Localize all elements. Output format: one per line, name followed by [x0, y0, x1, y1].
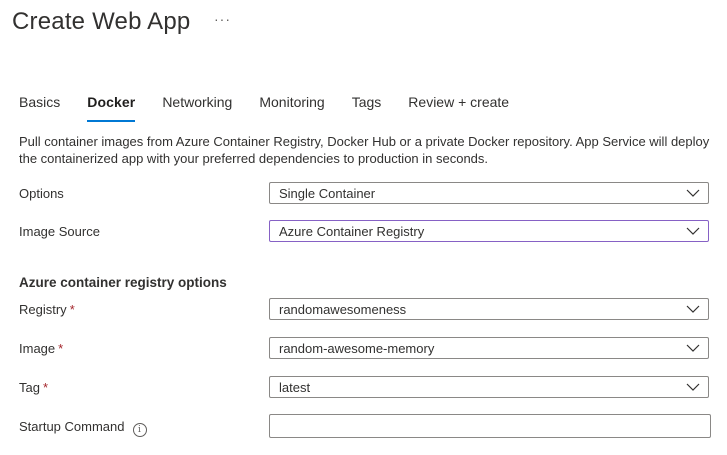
tab-review-create-label: Review + create [408, 94, 510, 110]
tab-bar: Basics Docker Networking Monitoring Tags… [19, 94, 536, 122]
options-label: Options [19, 186, 64, 201]
info-icon[interactable]: i [132, 423, 147, 437]
create-web-app-page: Create Web App ··· Basics Docker Network… [0, 0, 727, 455]
tag-label-text: Tag [19, 380, 40, 395]
tag-dropdown[interactable]: latest [269, 376, 709, 398]
image-source-value: Azure Container Registry [279, 223, 425, 239]
tab-docker[interactable]: Docker [87, 94, 136, 122]
registry-options-heading: Azure container registry options [19, 275, 227, 290]
tab-networking-label: Networking [162, 94, 233, 110]
startup-command-input[interactable] [269, 414, 711, 438]
tab-basics-label: Basics [19, 94, 61, 110]
image-dropdown[interactable]: random-awesome-memory [269, 337, 709, 359]
image-source-label: Image Source [19, 224, 100, 239]
image-label-text: Image [19, 341, 56, 356]
docker-description: Pull container images from Azure Contain… [19, 134, 710, 166]
tab-tags[interactable]: Tags [352, 94, 382, 122]
tab-tags-label: Tags [351, 94, 382, 110]
startup-command-label: Startup Command i [19, 419, 147, 437]
chevron-down-icon [685, 223, 701, 239]
tab-review-create[interactable]: Review + create [408, 94, 509, 122]
chevron-down-icon [685, 301, 701, 317]
tab-docker-label: Docker [87, 94, 136, 110]
registry-dropdown[interactable]: randomawesomeness [269, 298, 709, 320]
chevron-down-icon [685, 185, 701, 201]
options-dropdown[interactable]: Single Container [269, 182, 709, 204]
chevron-down-icon [685, 340, 701, 356]
image-label: Image * [19, 341, 63, 356]
tab-monitoring-label: Monitoring [259, 94, 325, 110]
registry-label: Registry * [19, 302, 75, 317]
tab-networking[interactable]: Networking [162, 94, 232, 122]
chevron-down-icon [685, 379, 701, 395]
registry-value: randomawesomeness [279, 301, 407, 317]
required-asterisk: * [58, 341, 64, 356]
tab-monitoring[interactable]: Monitoring [259, 94, 324, 122]
required-asterisk: * [69, 302, 75, 317]
startup-command-label-text: Startup Command [19, 419, 125, 434]
tab-basics[interactable]: Basics [19, 94, 60, 122]
required-asterisk: * [42, 380, 49, 395]
registry-label-text: Registry [19, 302, 67, 317]
tag-value: latest [279, 379, 311, 395]
image-value: random-awesome-memory [279, 340, 435, 356]
options-value: Single Container [279, 185, 376, 201]
more-options-button[interactable]: ··· [214, 11, 231, 27]
page-title: Create Web App [12, 8, 191, 35]
image-source-dropdown[interactable]: Azure Container Registry [269, 220, 709, 242]
tag-label: Tag * [19, 380, 48, 395]
